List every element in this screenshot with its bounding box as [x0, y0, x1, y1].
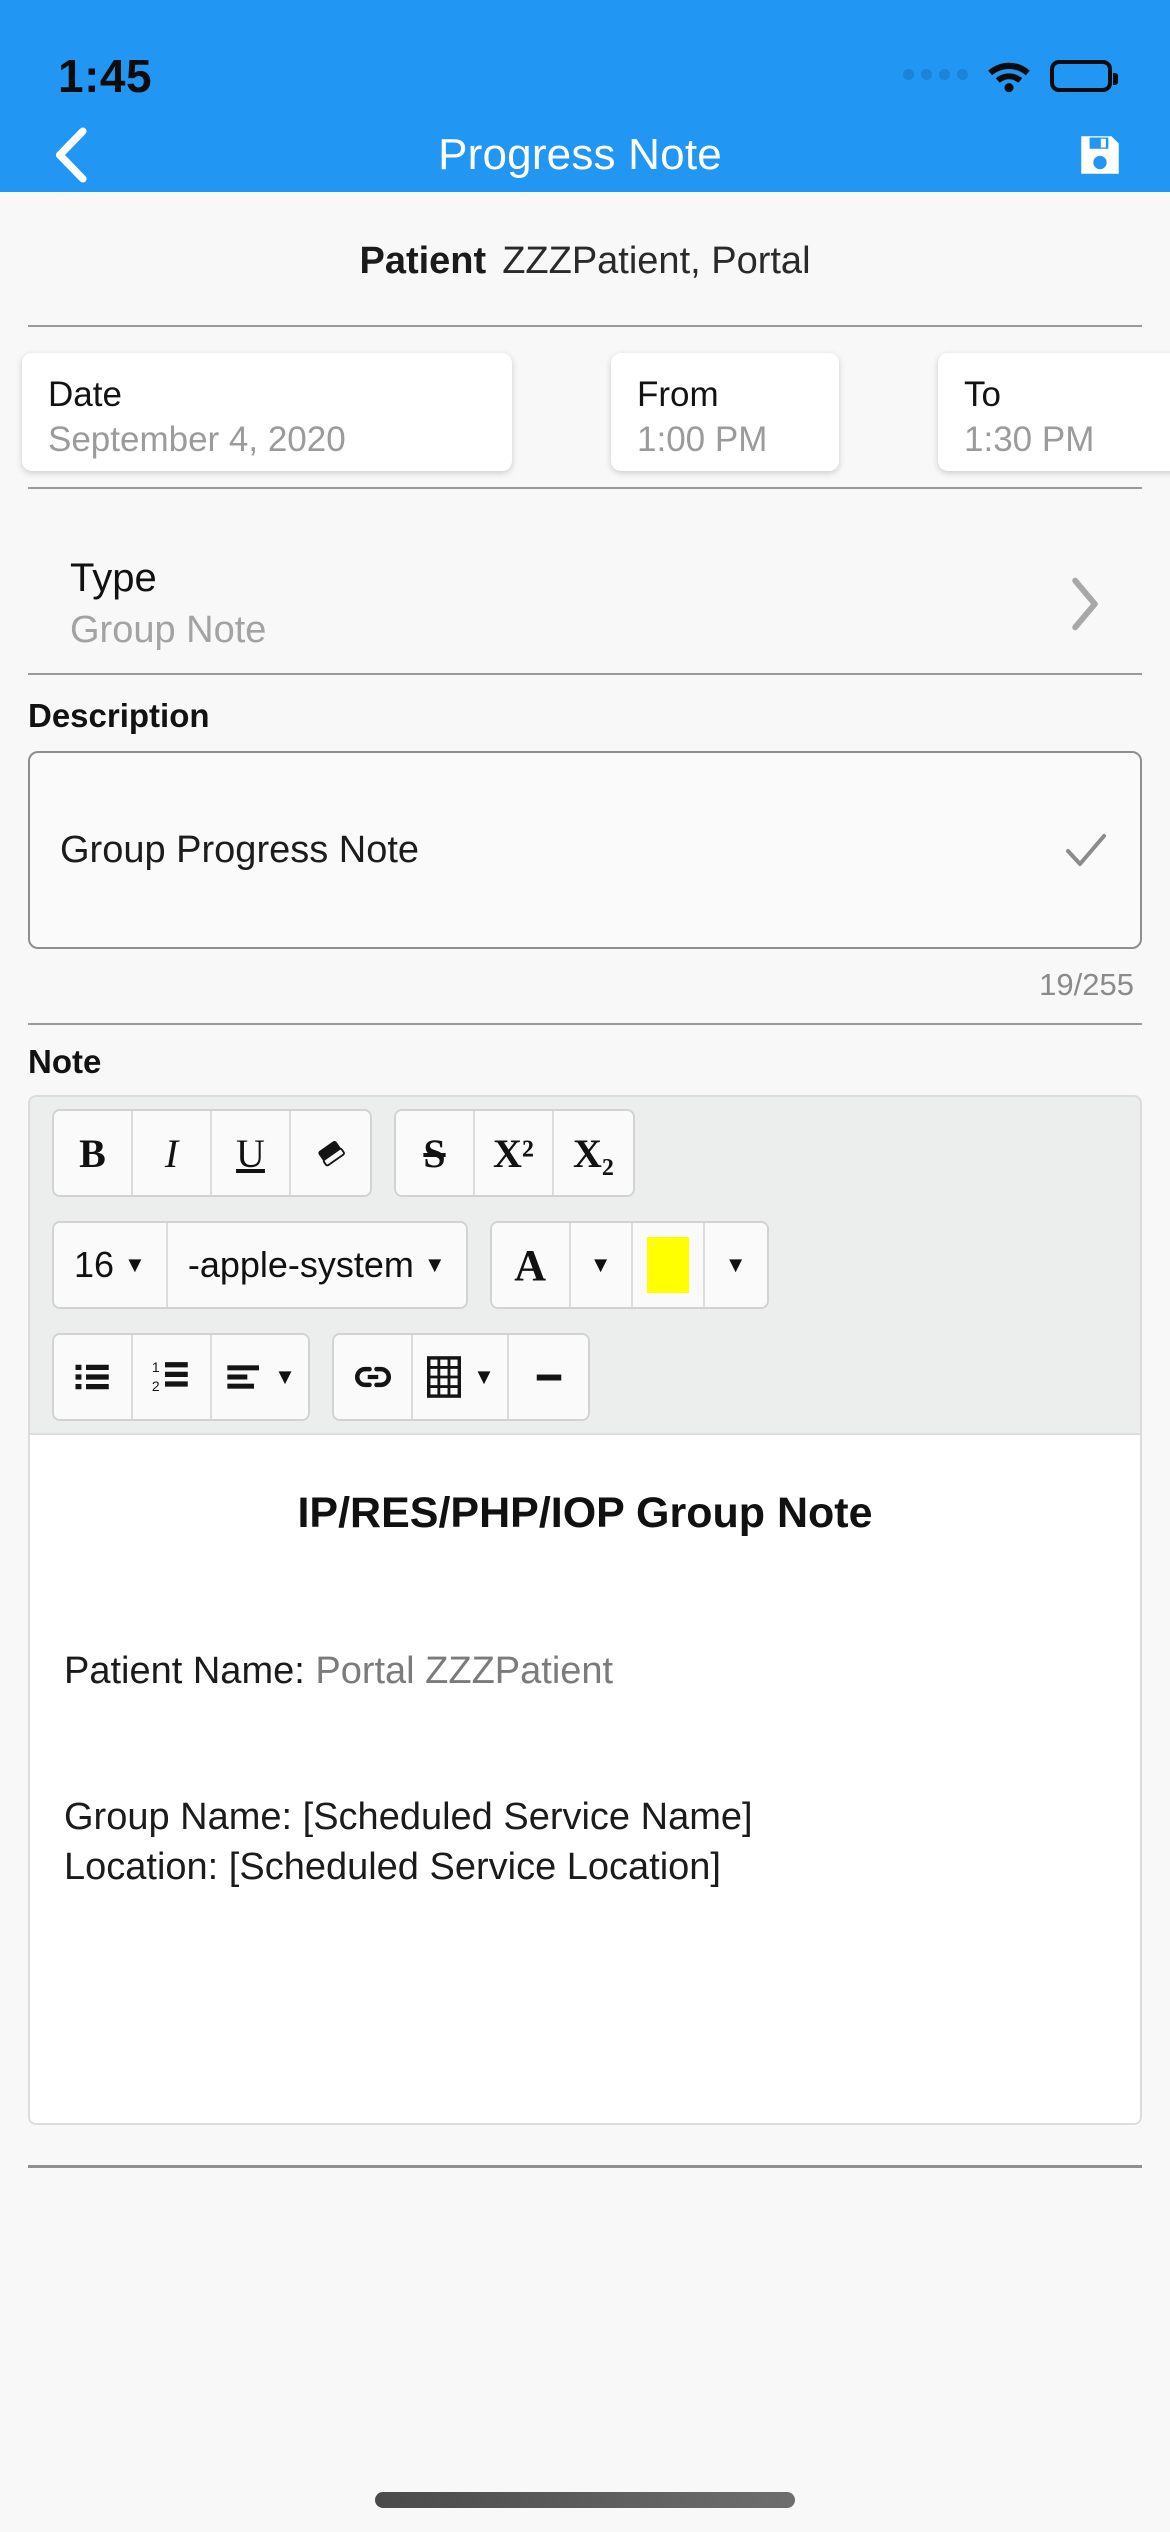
to-label: To [964, 375, 1001, 414]
date-card[interactable]: Date September 4, 2020 [22, 353, 512, 471]
signal-dots-icon [903, 68, 968, 84]
toolbar-group-font: 16 ▼ -apple-system ▼ [52, 1221, 468, 1309]
toolbar-group-script: S X² X₂ [394, 1109, 635, 1197]
description-heading: Description [28, 697, 210, 734]
font-family-dropdown[interactable]: -apple-system ▼ [167, 1223, 466, 1307]
chevron-right-icon [1070, 577, 1100, 631]
font-size-dropdown[interactable]: 16 ▼ [54, 1223, 168, 1307]
toolbar-row-1: B I U S X² X₂ [30, 1097, 1140, 1209]
type-texts: Type Group Note [70, 556, 266, 652]
phone-screen: 1:45 Progress Note Patient ZZZPatient, P… [0, 0, 1170, 2532]
underline-button[interactable]: U [212, 1111, 291, 1195]
status-icons [903, 59, 1118, 93]
table-button[interactable]: ▼ [413, 1335, 509, 1419]
clear-format-button[interactable] [291, 1111, 370, 1195]
subscript-button[interactable]: X₂ [554, 1111, 633, 1195]
chevron-down-icon: ▼ [473, 1364, 495, 1389]
link-button[interactable] [334, 1335, 413, 1419]
description-section: Description Group Progress Note 19/255 [0, 675, 1170, 1023]
strikethrough-button[interactable]: S [396, 1111, 475, 1195]
type-label: Type [70, 556, 157, 600]
toolbar-row-3: 1 2 ▼ ▼ [30, 1321, 1140, 1433]
font-family-value: -apple-system [187, 1244, 414, 1285]
from-time-card[interactable]: From 1:00 PM [611, 353, 839, 471]
wifi-icon [986, 59, 1032, 93]
align-button[interactable]: ▼ [212, 1335, 308, 1419]
status-bar: 1:45 [0, 0, 1170, 118]
chevron-down-icon: ▼ [124, 1252, 146, 1277]
note-doc-title: IP/RES/PHP/IOP Group Note [297, 1489, 873, 1537]
note-heading: Note [28, 1043, 102, 1080]
description-value: Group Progress Note [60, 828, 420, 871]
note-patient-name-line: Patient Name: Portal ZZZPatient [64, 1646, 1106, 1696]
from-label: From [637, 375, 719, 414]
patient-label: Patient [359, 240, 487, 282]
italic-button[interactable]: I [133, 1111, 212, 1195]
highlight-color-dropdown[interactable]: ▼ [704, 1223, 767, 1307]
chevron-down-icon: ▼ [589, 1252, 612, 1277]
type-row[interactable]: Type Group Note [0, 523, 1170, 673]
page-title: Progress Note [438, 130, 722, 179]
from-value: 1:00 PM [637, 420, 768, 460]
chevron-down-icon: ▼ [724, 1252, 747, 1277]
rich-text-editor: B I U S X² X₂ 16 ▼ -apple-system ▼ A ▼ ▼… [28, 1095, 1142, 2125]
to-time-card[interactable]: To 1:30 PM [938, 353, 1170, 471]
toolbar-group-insert: ▼ [332, 1333, 590, 1421]
schedule-cards-row: Date September 4, 2020 From 1:00 PM To 1… [0, 327, 1170, 487]
battery-full-icon [1050, 60, 1118, 92]
patient-value: ZZZPatient, Portal [502, 240, 811, 282]
toolbar-group-lists: 1 2 ▼ [52, 1333, 310, 1421]
horizontal-rule-button[interactable] [509, 1335, 588, 1419]
date-label: Date [48, 375, 122, 414]
svg-text:2: 2 [151, 1378, 159, 1394]
note-group-name-line: Group Name: [Scheduled Service Name] [64, 1796, 753, 1839]
type-section: Type Group Note [0, 489, 1170, 673]
bold-button[interactable]: B [54, 1111, 133, 1195]
navigation-bar: Progress Note [0, 118, 1170, 192]
chevron-down-icon: ▼ [423, 1252, 446, 1277]
type-value: Group Note [70, 609, 267, 651]
text-color-button[interactable]: A [491, 1223, 571, 1307]
toolbar-row-2: 16 ▼ -apple-system ▼ A ▼ ▼ [30, 1209, 1140, 1321]
divider-bottom [28, 2165, 1142, 2168]
date-value: September 4, 2020 [48, 420, 346, 460]
highlight-swatch [646, 1237, 689, 1293]
svg-text:1: 1 [151, 1359, 159, 1375]
save-button[interactable] [1072, 127, 1128, 183]
description-input[interactable]: Group Progress Note [28, 751, 1142, 949]
font-size-value: 16 [74, 1244, 115, 1285]
note-patient-name-value: Portal ZZZPatient [315, 1650, 614, 1692]
patient-row: Patient ZZZPatient, Portal [0, 192, 1170, 325]
numbered-list-button[interactable]: 1 2 [133, 1335, 212, 1419]
text-color-dropdown[interactable]: ▼ [570, 1223, 633, 1307]
note-location-line: Location: [Scheduled Service Location] [64, 1846, 721, 1889]
note-patient-name-label: Patient Name: [64, 1650, 316, 1692]
highlight-color-button[interactable] [632, 1223, 705, 1307]
home-indicator[interactable] [375, 2492, 795, 2508]
to-value: 1:30 PM [964, 420, 1095, 460]
status-time: 1:45 [58, 50, 153, 102]
description-char-counter: 19/255 [1039, 967, 1134, 1002]
note-body[interactable]: IP/RES/PHP/IOP Group Note Patient Name: … [30, 1433, 1140, 2123]
bullet-list-button[interactable] [54, 1335, 133, 1419]
check-icon[interactable] [1062, 826, 1110, 874]
chevron-down-icon: ▼ [274, 1364, 296, 1389]
toolbar-group-format: B I U [52, 1109, 372, 1197]
toolbar-group-color: A ▼ ▼ [489, 1221, 769, 1309]
content-area: Patient ZZZPatient, Portal Date Septembe… [0, 192, 1170, 2532]
superscript-button[interactable]: X² [475, 1111, 554, 1195]
